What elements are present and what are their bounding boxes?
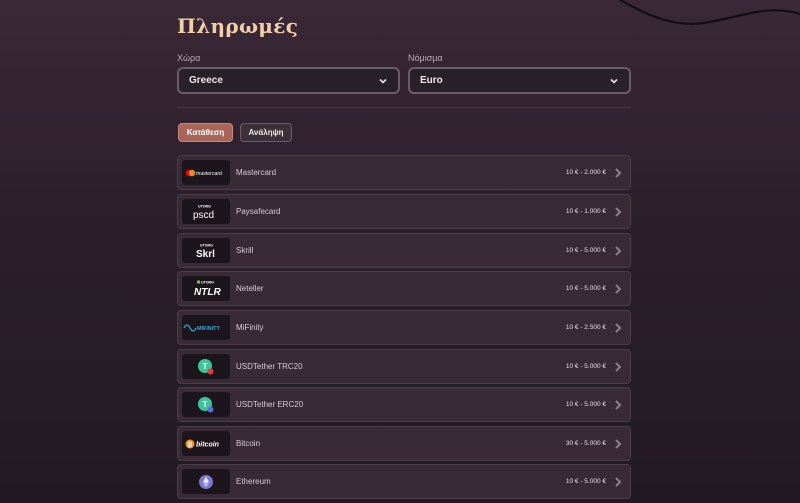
payment-method-bitcoin[interactable]: ₿ bitcoin Bitcoin 30 € - 5.000 € xyxy=(177,426,631,461)
method-name: Bitcoin xyxy=(236,439,261,448)
neteller-logo: UTORG NTLR xyxy=(182,276,230,301)
chevron-right-icon xyxy=(615,438,622,449)
currency-select[interactable]: Euro xyxy=(408,67,631,94)
method-name: Neteller xyxy=(236,284,264,293)
method-name: Skrill xyxy=(236,246,254,255)
currency-value: Euro xyxy=(420,75,443,86)
method-name: USDTether TRC20 xyxy=(236,362,303,371)
mifinity-logo-text: MIFINITY xyxy=(197,326,220,332)
skrill-logo: UTORG Skrl xyxy=(182,238,230,263)
paysafecard-logo-text: pscd xyxy=(193,210,214,221)
mastercard-logo: mastercard xyxy=(182,160,230,185)
bitcoin-logo-text: bitcoin xyxy=(196,441,219,448)
method-limits: 30 € - 5.000 € xyxy=(565,440,606,447)
method-limits: 10 € - 5.000 € xyxy=(565,285,606,292)
chevron-right-icon xyxy=(615,245,622,256)
paysafecard-logo-sub: UTORG xyxy=(198,204,211,208)
svg-text:T: T xyxy=(203,362,208,371)
method-limits: 10 € - 2.000 € xyxy=(565,169,606,176)
chevron-right-icon xyxy=(615,283,622,294)
paysafecard-logo: UTORG pscd xyxy=(182,199,230,224)
ethereum-logo xyxy=(182,469,230,494)
currency-label: Νόμισμα xyxy=(408,53,443,63)
bitcoin-logo: ₿ bitcoin xyxy=(182,431,230,456)
tab-deposit[interactable]: Κατάθεση xyxy=(178,123,233,142)
method-limits: 10 € - 5.000 € xyxy=(565,401,606,408)
skrill-logo-text: Skrl xyxy=(196,249,215,260)
payment-method-skrill[interactable]: UTORG Skrl Skrill 10 € - 5.000 € xyxy=(177,233,631,268)
country-value: Greece xyxy=(189,75,223,86)
neteller-logo-sub: UTORG xyxy=(201,280,214,284)
method-limits: 10 € - 2.500 € xyxy=(565,324,606,331)
payment-method-neteller[interactable]: UTORG NTLR Neteller 10 € - 5.000 € xyxy=(177,271,631,306)
tether-erc20-logo: T xyxy=(182,392,230,417)
neteller-logo-text: NTLR xyxy=(194,287,221,298)
chevron-right-icon xyxy=(615,322,622,333)
mastercard-logo-text: mastercard xyxy=(196,171,222,177)
payment-method-mastercard[interactable]: mastercard Mastercard 10 € - 2.000 € xyxy=(177,155,631,190)
chevron-down-icon xyxy=(379,78,387,84)
country-label: Χώρα xyxy=(177,53,201,63)
decorative-line xyxy=(619,0,800,25)
method-limits: 10 € - 5.000 € xyxy=(565,478,606,485)
payment-method-ethereum[interactable]: Ethereum 10 € - 5.000 € xyxy=(177,464,631,499)
svg-text:₿: ₿ xyxy=(188,441,193,448)
payment-method-usdt-trc20[interactable]: T USDTether TRC20 10 € - 5.000 € xyxy=(177,349,631,384)
page-title: Πληρωμές xyxy=(177,14,299,38)
method-limits: 10 € - 1.000 € xyxy=(565,208,606,215)
tab-withdraw[interactable]: Ανάληψη xyxy=(240,123,292,142)
payment-method-mifinity[interactable]: MIFINITY MiFinity 10 € - 2.500 € xyxy=(177,310,631,345)
payment-method-usdt-erc20[interactable]: T USDTether ERC20 10 € - 5.000 € xyxy=(177,387,631,422)
chevron-right-icon xyxy=(615,476,622,487)
method-name: Paysafecard xyxy=(236,207,281,216)
method-limits: 10 € - 5.000 € xyxy=(565,363,606,370)
method-name: MiFinity xyxy=(236,323,264,332)
tether-trc20-logo: T xyxy=(182,354,230,379)
chevron-right-icon xyxy=(615,206,622,217)
chevron-right-icon xyxy=(615,361,622,372)
divider xyxy=(177,107,631,108)
chevron-right-icon xyxy=(615,399,622,410)
method-name: Ethereum xyxy=(236,477,271,486)
chevron-down-icon xyxy=(610,78,618,84)
mifinity-logo: MIFINITY xyxy=(182,315,230,340)
method-limits: 10 € - 5.000 € xyxy=(565,247,606,254)
chevron-right-icon xyxy=(615,167,622,178)
country-select[interactable]: Greece xyxy=(177,67,400,94)
svg-text:T: T xyxy=(203,400,208,409)
payment-method-paysafecard[interactable]: UTORG pscd Paysafecard 10 € - 1.000 € xyxy=(177,194,631,229)
method-name: Mastercard xyxy=(236,168,277,177)
skrill-logo-sub: UTORG xyxy=(200,243,213,247)
method-name: USDTether ERC20 xyxy=(236,400,304,409)
